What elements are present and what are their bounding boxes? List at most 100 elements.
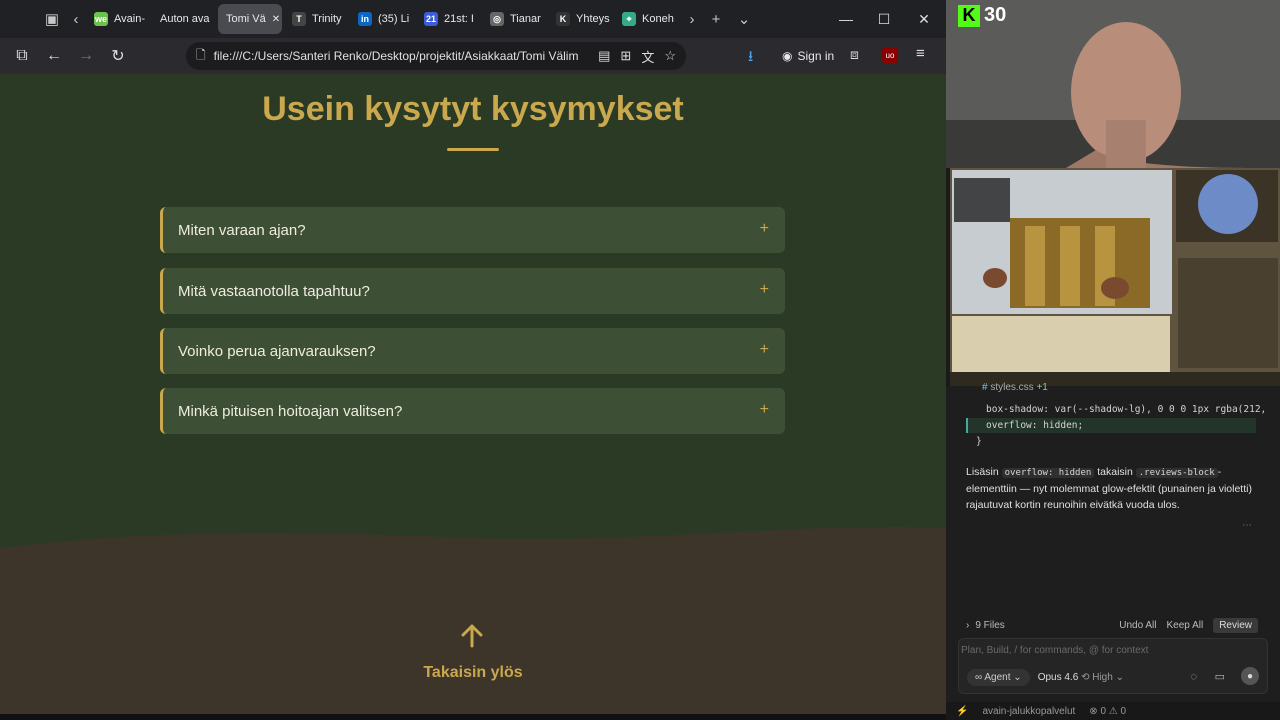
tab-label: Tianar xyxy=(510,13,541,25)
download-icon[interactable]: ⭳ xyxy=(748,46,753,71)
browser-tab[interactable]: 21 21st: I xyxy=(416,4,480,34)
bookmark-star-icon[interactable]: ☆ xyxy=(664,48,676,64)
close-window-icon[interactable]: ✕ xyxy=(904,0,944,38)
address-bar-actions: ▤ ⊞ 文 ☆ xyxy=(588,42,686,70)
tab-menu-chevron-icon[interactable]: ⌄ xyxy=(730,5,758,33)
profile-icon: ◉ xyxy=(782,49,793,63)
file-actions: Undo All Keep All Review xyxy=(1119,618,1258,633)
file-tab[interactable]: # styles.css +1 xyxy=(982,382,1048,393)
install-app-icon[interactable]: ⊞ xyxy=(620,48,631,64)
tab-scroll-right-icon[interactable]: › xyxy=(682,5,702,33)
faq-question: Mitä vastaanotolla tapahtuu? xyxy=(178,282,370,300)
tab-list: we Avain- Auton ava Tomi Vä ✕ T Trinity in (35) … xyxy=(86,4,678,34)
inline-code: .reviews-block xyxy=(1135,468,1218,478)
address-bar[interactable]: 🗋 file:///C:/Users/Santeri Renko/Desktop… xyxy=(186,42,686,70)
faq-item[interactable]: Minkä pituisen hoitoajan valitsen? + xyxy=(160,388,785,434)
code-editor-panel: # styles.css +1 box-shadow: var(--shadow… xyxy=(946,382,1280,720)
effort-label: High xyxy=(1092,672,1113,683)
browser-menu-icon[interactable]: ≡ xyxy=(916,45,925,62)
game-window xyxy=(950,168,1280,386)
review-button[interactable]: Review xyxy=(1213,618,1258,633)
heading-divider xyxy=(447,148,499,151)
browser-tab[interactable]: in (35) Li xyxy=(350,4,414,34)
undo-all-button[interactable]: Undo All xyxy=(1119,620,1156,631)
code-line: overflow: hidden; xyxy=(986,420,1084,431)
browser-tab[interactable]: ⌖ Koneh xyxy=(614,4,678,34)
microphone-icon[interactable]: ● xyxy=(1241,667,1259,685)
code-line: box-shadow: var(--shadow-lg), 0 0 0 1px … xyxy=(986,404,1267,415)
faq-heading: Usein kysytyt kysymykset xyxy=(262,90,684,128)
faq-item[interactable]: Voinko perua ajanvarauksen? + xyxy=(160,328,785,374)
model-selector[interactable]: Opus 4.6 ⟲ High ⌄ xyxy=(1038,672,1124,683)
tab-overview-icon[interactable]: ▣ xyxy=(38,5,66,33)
assistant-message: Lisäsin overflow: hidden takaisin .revie… xyxy=(966,464,1258,513)
expand-plus-icon[interactable]: + xyxy=(760,401,769,419)
chat-input[interactable]: Plan, Build, / for commands, @ for conte… xyxy=(958,638,1268,694)
faq-item[interactable]: Mitä vastaanotolla tapahtuu? + xyxy=(160,268,785,314)
tab-favicon-icon: K xyxy=(556,12,570,26)
browser-tab[interactable]: K Yhteys xyxy=(548,4,612,34)
forward-icon[interactable]: → xyxy=(70,40,102,72)
sign-in-button[interactable]: ◉ Sign in xyxy=(776,44,840,68)
back-icon[interactable]: ← xyxy=(38,40,70,72)
tab-favicon-icon: 21 xyxy=(424,12,438,26)
file-delta: +1 xyxy=(1036,382,1048,393)
expand-plus-icon[interactable]: + xyxy=(760,281,769,299)
faq-question: Voinko perua ajanvarauksen? xyxy=(178,342,376,360)
reload-icon[interactable]: ↻ xyxy=(102,40,134,72)
chat-input-placeholder: Plan, Build, / for commands, @ for conte… xyxy=(961,645,1149,656)
files-count[interactable]: 9 Files xyxy=(975,620,1004,631)
url-text: file:///C:/Users/Santeri Renko/Desktop/p… xyxy=(213,49,579,63)
tab-favicon-icon: ◎ xyxy=(490,12,504,26)
remote-icon[interactable]: ⚡ xyxy=(956,706,968,717)
keep-all-button[interactable]: Keep All xyxy=(1167,620,1204,631)
problems-count[interactable]: ⊗ 0 ⚠ 0 xyxy=(1089,706,1126,717)
browser-tab[interactable]: T Trinity xyxy=(284,4,348,34)
editor-status-bar: ⚡ avain-jalukkopalvelut ⊗ 0 ⚠ 0 xyxy=(946,702,1280,720)
tab-label: (35) Li xyxy=(378,13,410,25)
tab-label: Tomi Vä xyxy=(226,13,266,25)
expand-plus-icon[interactable]: + xyxy=(760,341,769,359)
minimize-icon[interactable]: — xyxy=(826,0,866,38)
workspace-icon[interactable]: ⧉ xyxy=(6,40,38,72)
tab-label: 21st: I xyxy=(444,13,474,25)
project-name[interactable]: avain-jalukkopalvelut xyxy=(982,706,1075,717)
image-attach-icon[interactable]: ▭ xyxy=(1215,670,1225,683)
file-icon: 🗋 xyxy=(196,47,206,62)
browser-tab[interactable]: Auton ava xyxy=(152,4,216,34)
code-line: } xyxy=(976,436,982,447)
reader-mode-icon[interactable]: ▤ xyxy=(598,48,610,64)
webpage: Usein kysytyt kysymykset Miten varaan aj… xyxy=(0,74,946,714)
chat-input-controls: ∞ Agent ⌄ Opus 4.6 ⟲ High ⌄ xyxy=(967,669,1124,686)
file-name: styles.css xyxy=(990,382,1034,393)
chevron-down-icon: ⌄ xyxy=(1013,672,1022,683)
faq-question: Minkä pituisen hoitoajan valitsen? xyxy=(178,402,403,420)
expand-plus-icon[interactable]: + xyxy=(760,220,769,238)
tab-scroll-left-icon[interactable]: ‹ xyxy=(66,5,86,33)
infinity-icon: ∞ xyxy=(975,672,983,683)
agent-mode-selector[interactable]: ∞ Agent ⌄ xyxy=(967,669,1030,686)
maximize-icon[interactable]: ☐ xyxy=(864,0,904,38)
more-options-icon[interactable]: ⋯ xyxy=(1242,520,1252,531)
message-text: takaisin xyxy=(1097,466,1133,478)
tab-label: Auton ava xyxy=(160,13,210,25)
faq-item[interactable]: Miten varaan ajan? + xyxy=(160,207,785,253)
brain-icon: ⟲ xyxy=(1081,672,1090,683)
extensions-icon[interactable]: ⧈ xyxy=(850,46,859,63)
faq-question: Miten varaan ajan? xyxy=(178,221,306,239)
browser-tab[interactable]: ◎ Tianar xyxy=(482,4,546,34)
tab-label: Koneh xyxy=(642,13,674,25)
viewer-count: 30 xyxy=(984,4,1007,26)
tab-label: Yhteys xyxy=(576,13,610,25)
back-to-top-link[interactable]: Takaisin ylös xyxy=(0,664,946,682)
new-tab-icon[interactable]: + xyxy=(702,5,730,33)
close-tab-icon[interactable]: ✕ xyxy=(272,14,280,25)
browser-tab[interactable]: we Avain- xyxy=(86,4,150,34)
arrow-up-icon[interactable] xyxy=(459,622,485,648)
sign-in-label: Sign in xyxy=(797,49,835,63)
message-text: Lisäsin xyxy=(966,466,999,478)
expand-files-chevron-icon[interactable]: › xyxy=(966,620,969,631)
ublock-icon[interactable]: uo xyxy=(882,47,898,63)
browser-tab[interactable]: Tomi Vä ✕ xyxy=(218,4,282,34)
translate-icon[interactable]: 文 xyxy=(641,47,654,66)
